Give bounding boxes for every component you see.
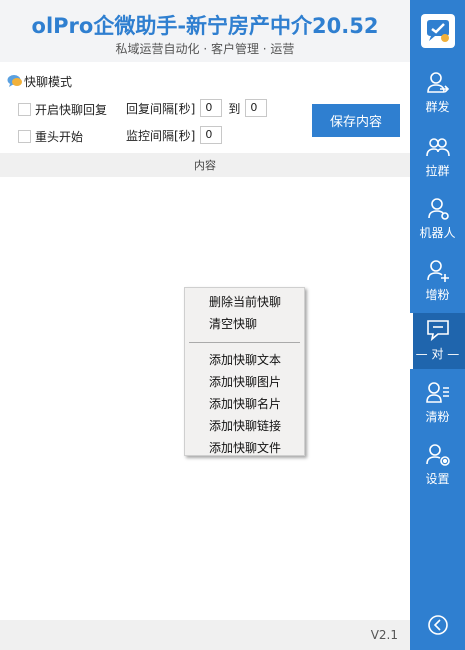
sidebar-item-label: 增粉 xyxy=(425,288,450,302)
sidebar: 群发 拉群 机器人 增粉 — 对 — 清粉 设置 xyxy=(410,0,465,650)
restart-checkbox[interactable] xyxy=(18,130,31,143)
auto-reply-checkbox[interactable] xyxy=(18,103,31,116)
add-user-icon xyxy=(426,260,449,282)
collapse-chevron-icon[interactable] xyxy=(427,614,449,636)
sidebar-item-label: 拉群 xyxy=(425,164,450,178)
sidebar-item-settings[interactable]: 设置 xyxy=(410,436,465,492)
sidebar-item-label: 群发 xyxy=(425,100,450,114)
menu-add-text[interactable]: 添加快聊文本 xyxy=(185,349,304,371)
auto-reply-row: 开启快聊回复 xyxy=(18,101,107,118)
sidebar-item-label: — 对 — xyxy=(415,347,460,361)
mode-title-label: 快聊模式 xyxy=(24,74,73,89)
menu-clear-all[interactable]: 清空快聊 xyxy=(185,313,304,335)
reply-interval-to-input[interactable]: 0 xyxy=(245,99,268,117)
logo-icon xyxy=(427,20,449,42)
menu-add-file[interactable]: 添加快聊文件 xyxy=(185,437,304,459)
content-column-header: 内容 xyxy=(0,153,410,177)
sidebar-item-pull-group[interactable]: 拉群 xyxy=(410,128,465,184)
robot-icon xyxy=(427,198,449,220)
chat-icon xyxy=(426,320,449,342)
group-icon xyxy=(425,138,450,157)
menu-add-card[interactable]: 添加快聊名片 xyxy=(185,393,304,415)
clear-user-icon xyxy=(425,382,449,403)
sidebar-item-add-fans[interactable]: 增粉 xyxy=(410,252,465,308)
menu-add-link[interactable]: 添加快聊链接 xyxy=(185,415,304,437)
sidebar-item-label: 设置 xyxy=(425,472,450,486)
app-logo xyxy=(421,14,455,48)
menu-delete-current[interactable]: 删除当前快聊 xyxy=(185,291,304,313)
monitor-interval-input[interactable]: 0 xyxy=(200,126,223,144)
monitor-interval-label: 监控间隔[秒] xyxy=(126,128,196,143)
context-menu: 删除当前快聊 清空快聊 添加快聊文本 添加快聊图片 添加快聊名片 添加快聊链接 … xyxy=(184,287,305,456)
app-subtitle: 私域运营自动化 · 客户管理 · 运营 xyxy=(115,42,295,56)
save-content-button[interactable]: 保存内容 xyxy=(312,104,400,137)
sidebar-item-clear-fans[interactable]: 清粉 xyxy=(410,374,465,430)
reply-interval-from-input[interactable]: 0 xyxy=(200,99,223,117)
quick-chat-mode-title: 快聊模式 xyxy=(7,73,72,89)
reply-interval-label: 回复间隔[秒] xyxy=(126,101,196,116)
version-label: V2.1 xyxy=(370,628,398,642)
sidebar-item-chat-active[interactable]: — 对 — xyxy=(410,313,465,369)
monitor-interval-row: 监控间隔[秒] 0 xyxy=(126,126,223,144)
app-title: olPro企微助手-新宁房产中介20.52 xyxy=(31,14,379,38)
chat-bubble-icon xyxy=(7,75,22,87)
footer-bar: V2.1 xyxy=(0,620,410,650)
restart-label: 重头开始 xyxy=(35,130,84,144)
person-send-icon xyxy=(426,72,449,93)
sidebar-item-robot[interactable]: 机器人 xyxy=(410,190,465,246)
sidebar-item-mass-send[interactable]: 群发 xyxy=(410,64,465,120)
restart-row: 重头开始 xyxy=(18,128,83,145)
sidebar-item-label: 清粉 xyxy=(425,410,450,424)
menu-separator xyxy=(189,342,300,343)
menu-add-image[interactable]: 添加快聊图片 xyxy=(185,371,304,393)
reply-interval-row: 回复间隔[秒] 0 到 0 xyxy=(126,99,268,117)
auto-reply-label: 开启快聊回复 xyxy=(35,103,108,117)
app-header: olPro企微助手-新宁房产中介20.52 私域运营自动化 · 客户管理 · 运… xyxy=(0,0,410,62)
to-label: 到 xyxy=(228,101,241,116)
sidebar-item-label: 机器人 xyxy=(419,226,456,240)
settings-user-icon xyxy=(425,444,450,466)
